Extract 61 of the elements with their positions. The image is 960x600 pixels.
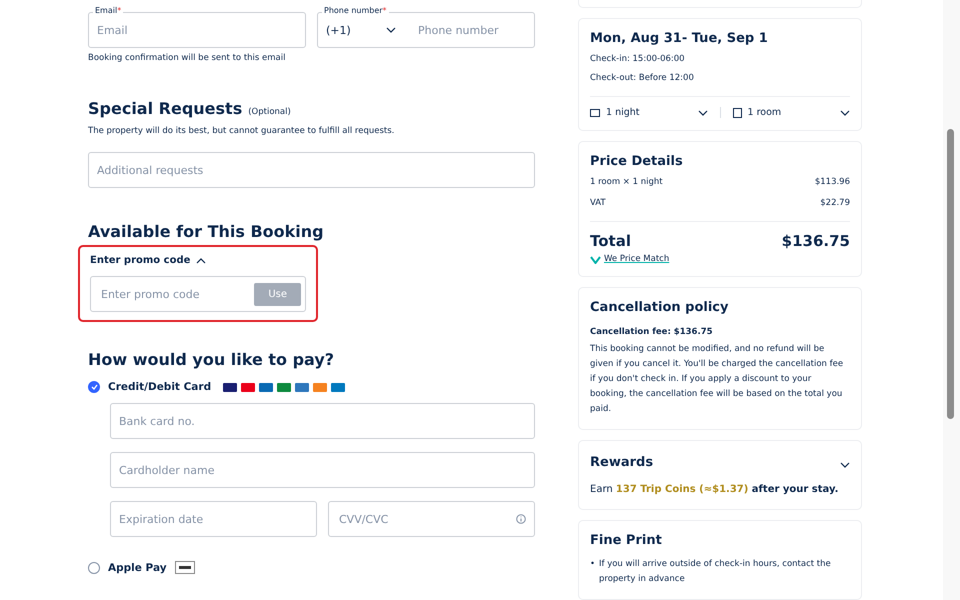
card-logo-icon <box>241 382 256 392</box>
bullet: • <box>590 558 596 571</box>
nights-select[interactable]: 1 night <box>590 107 708 118</box>
price-value: $22.79 <box>820 197 850 210</box>
cvv-field[interactable]: CVV/CVC <box>328 501 535 537</box>
requests-field[interactable]: Additional requests <box>88 152 535 188</box>
cancellation-fee: Cancellation fee: $136.75 <box>590 326 714 339</box>
section-title: Special Requests <box>88 99 242 118</box>
chevron-down-icon <box>386 27 396 33</box>
cancellation-text: This booking cannot be modified, and no refund will be given if you cancel it. You'll be charged the cancellation fee if you don't check in. If you apply a discount to your booking, the cancellation fee will be based on the total you paid. <box>590 343 844 416</box>
card-logo-icon <box>259 382 274 392</box>
check-icon <box>90 384 98 390</box>
check-in-time: Check-in: 15:00-06:00 <box>590 53 686 66</box>
field-label: Phone number* <box>322 6 389 15</box>
phone-number-input[interactable]: Phone number <box>416 22 526 38</box>
section-title: Available for This Booking <box>88 222 325 241</box>
info-icon <box>516 514 526 524</box>
price-match-link[interactable]: We Price Match <box>604 254 670 264</box>
card-logo-icon <box>331 382 346 392</box>
stay-dates: Mon, Aug 31- Tue, Sep 1 <box>590 31 769 46</box>
chevron-down-icon <box>840 462 850 468</box>
check-out-time: Check-out: Before 12:00 <box>590 72 695 85</box>
card-title: Fine Print <box>590 533 663 548</box>
payment-option-label: Apple Pay <box>108 562 167 574</box>
card-title: Rewards <box>590 455 654 470</box>
total-price: $136.75 <box>782 232 850 250</box>
email-field[interactable]: Email <box>88 12 306 48</box>
price-label: VAT <box>590 197 606 210</box>
chevron-down-icon <box>840 110 850 116</box>
cvv-input[interactable]: CVV/CVC <box>337 512 516 526</box>
chevron-down-icon <box>698 110 708 116</box>
payment-option-label: Credit/Debit Card <box>108 381 212 393</box>
optional-label: (Optional) <box>248 106 291 119</box>
radio-button[interactable] <box>88 562 100 574</box>
card-logo-icon <box>313 382 328 392</box>
expiry-field[interactable]: Expiration date <box>110 501 317 537</box>
fine-print-item: • If you will arrive outside of check-in hours, contact the property in advance <box>590 557 832 586</box>
rooms-select[interactable]: 1 room <box>732 107 850 118</box>
promo-toggle[interactable]: Enter promo code <box>90 255 306 266</box>
cardholder-field[interactable]: Cardholder name <box>110 452 535 488</box>
country-code[interactable]: (+1) <box>326 24 386 36</box>
phone-field[interactable]: (+1) Phone number <box>317 12 535 48</box>
card-number-field[interactable]: Bank card no. <box>110 403 535 439</box>
price-label: 1 room × 1 night <box>590 176 663 189</box>
card-title: Cancellation policy <box>590 300 730 315</box>
price-value: $113.96 <box>814 176 850 189</box>
requests-note: The property will do its best, but cannot guarantee to fulfill all requests. <box>88 126 396 136</box>
card-title: Price Details <box>590 154 684 169</box>
scrollbar-thumb[interactable] <box>947 129 954 419</box>
promo-code-input[interactable]: Enter promo code <box>99 286 254 302</box>
card-logo-icon <box>295 382 310 392</box>
radio-button[interactable] <box>88 381 100 393</box>
rewards-text: Earn 137 Trip Coins (≈$1.37) after your stay. <box>590 483 840 497</box>
field-label: Email* <box>93 6 124 15</box>
chevron-up-icon <box>196 258 206 264</box>
email-hint: Booking confirmation will be sent to this email <box>88 53 286 63</box>
total-label: Total <box>590 232 631 250</box>
scrollbar[interactable] <box>943 0 960 600</box>
section-title: How would you like to pay? <box>88 350 336 369</box>
card-logo-icon <box>223 382 238 392</box>
card-logo-icon <box>277 382 292 392</box>
